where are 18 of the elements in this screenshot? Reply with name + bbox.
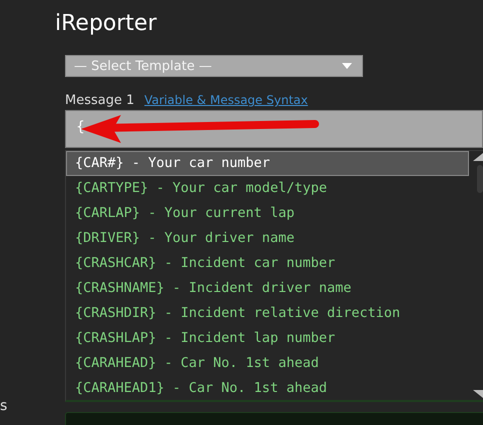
suggestion-item[interactable]: {CRASHNAME} - Incident driver name [66,276,469,301]
scroll-down-icon[interactable] [473,390,483,398]
suggestion-item[interactable]: {CAR#} - Your car number [66,151,469,176]
message-label: Message 1 [65,92,134,108]
suggestion-item[interactable]: {CRASHLAP} - Incident lap number [66,326,469,351]
suggestion-item[interactable]: {CARLAP} - Your current lap [66,201,469,226]
caret-icon [342,63,352,69]
suggestion-item[interactable]: {CARTYPE} - Your car model/type [66,176,469,201]
suggestion-item[interactable]: {DRIVER} - Your driver name [66,226,469,251]
suggestion-item[interactable]: {CRASHCAR} - Incident car number [66,251,469,276]
scrollbar[interactable] [471,153,483,398]
scroll-up-icon[interactable] [473,153,483,161]
app-title: iReporter [55,10,158,38]
syntax-link[interactable]: Variable & Message Syntax [144,93,308,107]
suggestion-item[interactable]: {CRASHDIR} - Incident relative direction [66,301,469,326]
suggestion-item[interactable]: {CARAHEAD} - Car No. 1st ahead [66,351,469,376]
side-label: s [0,398,8,414]
suggestion-item[interactable]: {CARAHEAD1} - Car No. 1st ahead [66,376,469,401]
